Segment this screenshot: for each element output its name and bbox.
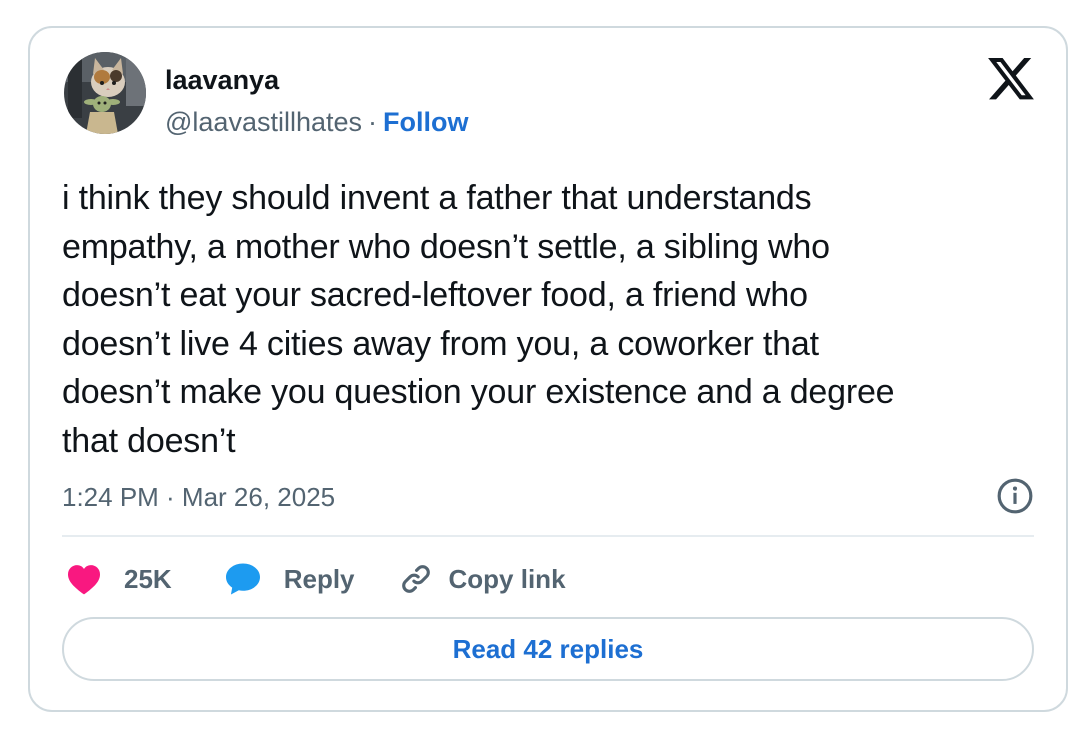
tweet-timestamp[interactable]: 1:24 PM · Mar 26, 2025	[62, 482, 335, 512]
author-name[interactable]: laavanya	[165, 65, 279, 95]
x-logo-icon[interactable]	[988, 58, 1034, 100]
separator-dot: ·	[368, 107, 378, 137]
read-replies-label: Read 42 replies	[452, 633, 644, 664]
action-bar: 25K Reply Copy link	[66, 557, 566, 601]
tweet-card: laavanya @laavastillhates · Follow i think…	[28, 26, 1068, 712]
reply-label: Reply	[283, 563, 355, 594]
info-icon[interactable]	[996, 477, 1034, 515]
follow-link[interactable]: Follow	[383, 107, 468, 137]
read-replies-button[interactable]: Read 42 replies	[62, 617, 1034, 681]
tweet-text: i think they should invent a father that…	[62, 179, 895, 460]
link-icon	[401, 565, 430, 593]
author-handle-row: @laavastillhates · Follow	[165, 107, 469, 137]
like-button[interactable]: 25K	[66, 563, 172, 595]
copy-link-label: Copy link	[448, 563, 566, 594]
copy-link-button[interactable]: Copy link	[399, 562, 566, 596]
reply-bubble-icon	[225, 563, 260, 595]
reply-button[interactable]: Reply	[224, 562, 355, 596]
like-count: 25K	[124, 563, 172, 594]
author-handle[interactable]: @laavastillhates	[165, 107, 362, 137]
heart-icon	[68, 565, 100, 595]
avatar[interactable]	[64, 52, 146, 134]
avatar-image	[64, 52, 146, 134]
divider	[62, 535, 1034, 537]
